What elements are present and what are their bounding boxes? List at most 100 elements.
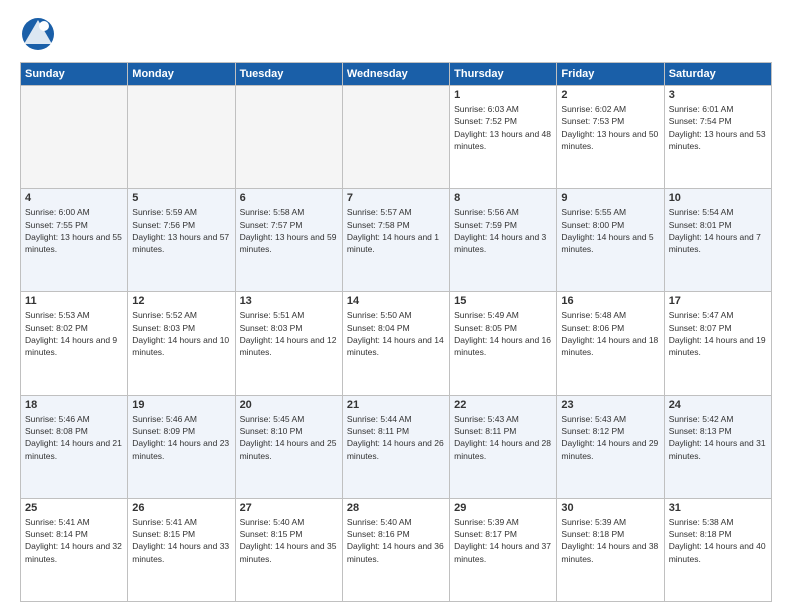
calendar-cell: 10Sunrise: 5:54 AMSunset: 8:01 PMDayligh… — [664, 189, 771, 292]
calendar-cell: 18 Sunrise: 5:46 AMSunset: 8:08 PMDayligh… — [21, 395, 128, 498]
day-number: 16 — [561, 295, 659, 307]
day-number: 27 — [240, 502, 338, 514]
day-number: 22 — [454, 399, 552, 411]
day-number: 29 — [454, 502, 552, 514]
day-number: 8 — [454, 192, 552, 204]
day-info: Sunrise: 5:39 AMSunset: 8:17 PMDaylight:… — [454, 516, 552, 565]
calendar-cell: 19Sunrise: 5:46 AMSunset: 8:09 PMDayligh… — [128, 395, 235, 498]
day-number: 15 — [454, 295, 552, 307]
calendar-cell: 28 Sunrise: 5:40 AMSunset: 8:16 PMDayligh… — [342, 498, 449, 601]
calendar-cell: 12 Sunrise: 5:52 AMSunset: 8:03 PMDayligh… — [128, 292, 235, 395]
calendar-cell: 11 Sunrise: 5:53 AMSunset: 8:02 PMDayligh… — [21, 292, 128, 395]
day-info: Sunrise: 6:03 AMSunset: 7:52 PMDaylight:… — [454, 103, 552, 152]
day-info: Sunrise: 5:38 AMSunset: 8:18 PMDaylight:… — [669, 516, 767, 565]
calendar-cell — [21, 86, 128, 189]
calendar-cell: 30 Sunrise: 5:39 AMSunset: 8:18 PMDayligh… — [557, 498, 664, 601]
day-info: Sunrise: 5:50 AMSunset: 8:04 PMDaylight:… — [347, 309, 445, 358]
weekday-header-sunday: Sunday — [21, 63, 128, 86]
week-row-3: 11 Sunrise: 5:53 AMSunset: 8:02 PMDayligh… — [21, 292, 772, 395]
day-number: 30 — [561, 502, 659, 514]
day-info: Sunrise: 5:52 AMSunset: 8:03 PMDaylight:… — [132, 309, 230, 358]
calendar-cell: 4 Sunrise: 6:00 AMSunset: 7:55 PMDaylight… — [21, 189, 128, 292]
day-info: Sunrise: 5:59 AMSunset: 7:56 PMDaylight:… — [132, 206, 230, 255]
calendar-cell: 7 Sunrise: 5:57 AMSunset: 7:58 PMDaylight… — [342, 189, 449, 292]
calendar-cell: 6 Sunrise: 5:58 AMSunset: 7:57 PMDaylight… — [235, 189, 342, 292]
day-info: Sunrise: 5:41 AMSunset: 8:14 PMDaylight:… — [25, 516, 123, 565]
calendar-table: SundayMondayTuesdayWednesdayThursdayFrid… — [20, 62, 772, 602]
calendar-cell: 3Sunrise: 6:01 AMSunset: 7:54 PMDaylight… — [664, 86, 771, 189]
calendar-cell: 29 Sunrise: 5:39 AMSunset: 8:17 PMDayligh… — [450, 498, 557, 601]
weekday-header-wednesday: Wednesday — [342, 63, 449, 86]
weekday-header-row: SundayMondayTuesdayWednesdayThursdayFrid… — [21, 63, 772, 86]
day-info: Sunrise: 5:43 AMSunset: 8:12 PMDaylight:… — [561, 413, 659, 462]
calendar-cell: 26Sunrise: 5:41 AMSunset: 8:15 PMDayligh… — [128, 498, 235, 601]
day-number: 23 — [561, 399, 659, 411]
calendar-cell: 27 Sunrise: 5:40 AMSunset: 8:15 PMDayligh… — [235, 498, 342, 601]
weekday-header-thursday: Thursday — [450, 63, 557, 86]
calendar-cell: 9 Sunrise: 5:55 AMSunset: 8:00 PMDaylight… — [557, 189, 664, 292]
calendar-page: SundayMondayTuesdayWednesdayThursdayFrid… — [0, 0, 792, 612]
weekday-header-monday: Monday — [128, 63, 235, 86]
day-info: Sunrise: 5:53 AMSunset: 8:02 PMDaylight:… — [25, 309, 123, 358]
day-info: Sunrise: 5:56 AMSunset: 7:59 PMDaylight:… — [454, 206, 552, 255]
day-number: 2 — [561, 89, 659, 101]
day-number: 6 — [240, 192, 338, 204]
weekday-header-tuesday: Tuesday — [235, 63, 342, 86]
calendar-cell: 14Sunrise: 5:50 AMSunset: 8:04 PMDayligh… — [342, 292, 449, 395]
calendar-cell: 2 Sunrise: 6:02 AMSunset: 7:53 PMDaylight… — [557, 86, 664, 189]
day-info: Sunrise: 5:58 AMSunset: 7:57 PMDaylight:… — [240, 206, 338, 255]
calendar-cell: 25 Sunrise: 5:41 AMSunset: 8:14 PMDayligh… — [21, 498, 128, 601]
day-info: Sunrise: 5:42 AMSunset: 8:13 PMDaylight:… — [669, 413, 767, 462]
day-number: 31 — [669, 502, 767, 514]
calendar-cell: 15 Sunrise: 5:49 AMSunset: 8:05 PMDayligh… — [450, 292, 557, 395]
day-number: 12 — [132, 295, 230, 307]
day-info: Sunrise: 5:57 AMSunset: 7:58 PMDaylight:… — [347, 206, 445, 255]
week-row-5: 25 Sunrise: 5:41 AMSunset: 8:14 PMDayligh… — [21, 498, 772, 601]
calendar-cell: 24 Sunrise: 5:42 AMSunset: 8:13 PMDayligh… — [664, 395, 771, 498]
day-info: Sunrise: 5:40 AMSunset: 8:16 PMDaylight:… — [347, 516, 445, 565]
calendar-cell: 21 Sunrise: 5:44 AMSunset: 8:11 PMDayligh… — [342, 395, 449, 498]
week-row-1: 1 Sunrise: 6:03 AMSunset: 7:52 PMDaylight… — [21, 86, 772, 189]
day-info: Sunrise: 5:46 AMSunset: 8:09 PMDaylight:… — [132, 413, 230, 462]
day-number: 7 — [347, 192, 445, 204]
day-number: 20 — [240, 399, 338, 411]
day-info: Sunrise: 5:44 AMSunset: 8:11 PMDaylight:… — [347, 413, 445, 462]
calendar-cell: 17Sunrise: 5:47 AMSunset: 8:07 PMDayligh… — [664, 292, 771, 395]
day-number: 25 — [25, 502, 123, 514]
logo-icon — [20, 16, 56, 52]
calendar-cell: 16Sunrise: 5:48 AMSunset: 8:06 PMDayligh… — [557, 292, 664, 395]
day-info: Sunrise: 5:51 AMSunset: 8:03 PMDaylight:… — [240, 309, 338, 358]
calendar-cell — [128, 86, 235, 189]
day-info: Sunrise: 5:43 AMSunset: 8:11 PMDaylight:… — [454, 413, 552, 462]
day-number: 4 — [25, 192, 123, 204]
day-info: Sunrise: 5:39 AMSunset: 8:18 PMDaylight:… — [561, 516, 659, 565]
day-number: 17 — [669, 295, 767, 307]
day-info: Sunrise: 5:55 AMSunset: 8:00 PMDaylight:… — [561, 206, 659, 255]
calendar-cell: 1 Sunrise: 6:03 AMSunset: 7:52 PMDaylight… — [450, 86, 557, 189]
calendar-cell: 22 Sunrise: 5:43 AMSunset: 8:11 PMDayligh… — [450, 395, 557, 498]
day-number: 1 — [454, 89, 552, 101]
day-info: Sunrise: 5:46 AMSunset: 8:08 PMDaylight:… — [25, 413, 123, 462]
day-info: Sunrise: 5:40 AMSunset: 8:15 PMDaylight:… — [240, 516, 338, 565]
weekday-header-friday: Friday — [557, 63, 664, 86]
day-info: Sunrise: 5:45 AMSunset: 8:10 PMDaylight:… — [240, 413, 338, 462]
day-info: Sunrise: 6:00 AMSunset: 7:55 PMDaylight:… — [25, 206, 123, 255]
day-number: 11 — [25, 295, 123, 307]
calendar-cell: 5Sunrise: 5:59 AMSunset: 7:56 PMDaylight… — [128, 189, 235, 292]
header — [20, 16, 772, 52]
week-row-2: 4 Sunrise: 6:00 AMSunset: 7:55 PMDaylight… — [21, 189, 772, 292]
day-number: 26 — [132, 502, 230, 514]
day-number: 28 — [347, 502, 445, 514]
calendar-cell: 20 Sunrise: 5:45 AMSunset: 8:10 PMDayligh… — [235, 395, 342, 498]
weekday-header-saturday: Saturday — [664, 63, 771, 86]
day-info: Sunrise: 6:01 AMSunset: 7:54 PMDaylight:… — [669, 103, 767, 152]
day-number: 18 — [25, 399, 123, 411]
week-row-4: 18 Sunrise: 5:46 AMSunset: 8:08 PMDayligh… — [21, 395, 772, 498]
day-info: Sunrise: 6:02 AMSunset: 7:53 PMDaylight:… — [561, 103, 659, 152]
day-info: Sunrise: 5:49 AMSunset: 8:05 PMDaylight:… — [454, 309, 552, 358]
day-number: 9 — [561, 192, 659, 204]
day-number: 24 — [669, 399, 767, 411]
logo — [20, 16, 60, 52]
calendar-cell: 8 Sunrise: 5:56 AMSunset: 7:59 PMDaylight… — [450, 189, 557, 292]
day-number: 21 — [347, 399, 445, 411]
